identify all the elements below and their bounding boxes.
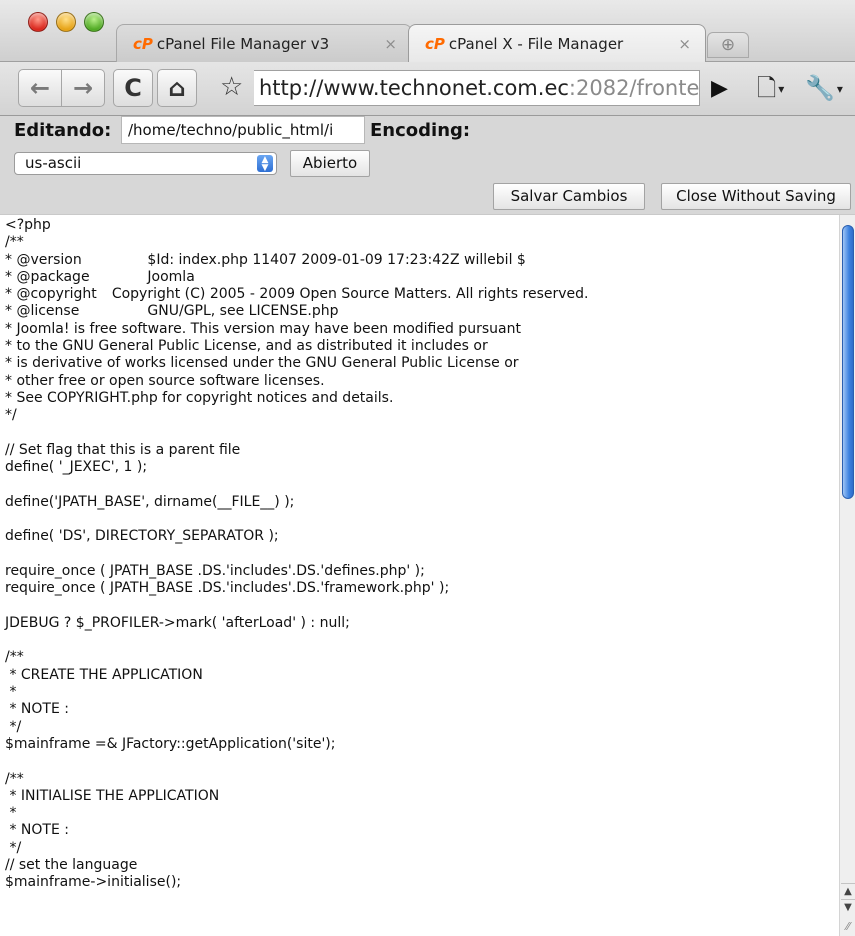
editor-header: Editando: /home/techno/public_html/i Enc…: [0, 116, 855, 214]
resize-grip-icon[interactable]: ⁄⁄: [841, 919, 855, 935]
tab-label: cPanel File Manager v3: [156, 35, 330, 53]
url-host: http://www.technonet.com.ec: [259, 76, 569, 100]
wrench-menu-icon[interactable]: 🔧 ▾: [805, 74, 843, 103]
code-editor[interactable]: <?php /** * @version $Id: index.php 1140…: [0, 214, 855, 936]
save-changes-button[interactable]: Salvar Cambios: [493, 183, 645, 210]
forward-arrow-icon[interactable]: →: [61, 69, 105, 107]
reload-icon[interactable]: C: [113, 69, 153, 107]
scroll-up-arrow-icon[interactable]: ▲: [841, 883, 855, 899]
vertical-scrollbar[interactable]: ▲ ▼ ⁄⁄: [839, 215, 855, 936]
url-path: :2082/frontend/x: [568, 76, 700, 100]
close-without-saving-button[interactable]: Close Without Saving: [661, 183, 851, 210]
window-close-button[interactable]: [28, 12, 48, 32]
tab-label: cPanel X - File Manager: [448, 35, 624, 53]
code-text[interactable]: <?php /** * @version $Id: index.php 1140…: [5, 217, 835, 892]
browser-toolbar: ← → C ⌂ ☆ http://www.technonet.com.ec:20…: [0, 62, 855, 116]
tab-close-icon[interactable]: ×: [384, 35, 397, 53]
bookmark-star-icon[interactable]: ☆: [220, 74, 243, 100]
home-icon[interactable]: ⌂: [157, 69, 197, 107]
select-arrows-icon: ▲ ▼: [257, 155, 273, 173]
browser-titlebar: cP cPanel File Manager v3 × cP cPanel X - …: [0, 0, 855, 63]
cpanel-logo-icon: cP: [425, 35, 445, 53]
window-zoom-button[interactable]: [84, 12, 104, 32]
tab-cpanel-x-file-manager[interactable]: cP cPanel X - File Manager ×: [408, 24, 706, 63]
window-minimize-button[interactable]: [56, 12, 76, 32]
encoding-value: us-ascii: [25, 154, 82, 172]
editing-label: Editando:: [14, 120, 112, 141]
encoding-select[interactable]: us-ascii ▲ ▼: [14, 152, 277, 175]
address-bar[interactable]: http://www.technonet.com.ec:2082/fronten…: [254, 70, 700, 106]
page-menu-icon[interactable]: 🗋 ▾: [757, 74, 784, 103]
back-arrow-icon[interactable]: ←: [18, 69, 62, 107]
tab-close-icon[interactable]: ×: [678, 35, 691, 53]
go-arrow-icon[interactable]: ▶: [711, 76, 728, 102]
scroll-down-arrow-icon[interactable]: ▼: [841, 899, 855, 915]
cpanel-logo-icon: cP: [133, 35, 153, 53]
tab-cpanel-file-manager-v3[interactable]: cP cPanel File Manager v3 ×: [116, 24, 412, 62]
open-button[interactable]: Abierto: [290, 150, 370, 177]
scroll-thumb[interactable]: [842, 225, 854, 499]
file-path-input[interactable]: /home/techno/public_html/i: [121, 116, 365, 144]
new-tab-icon[interactable]: ⊕: [707, 32, 749, 58]
encoding-label: Encoding:: [370, 120, 471, 141]
